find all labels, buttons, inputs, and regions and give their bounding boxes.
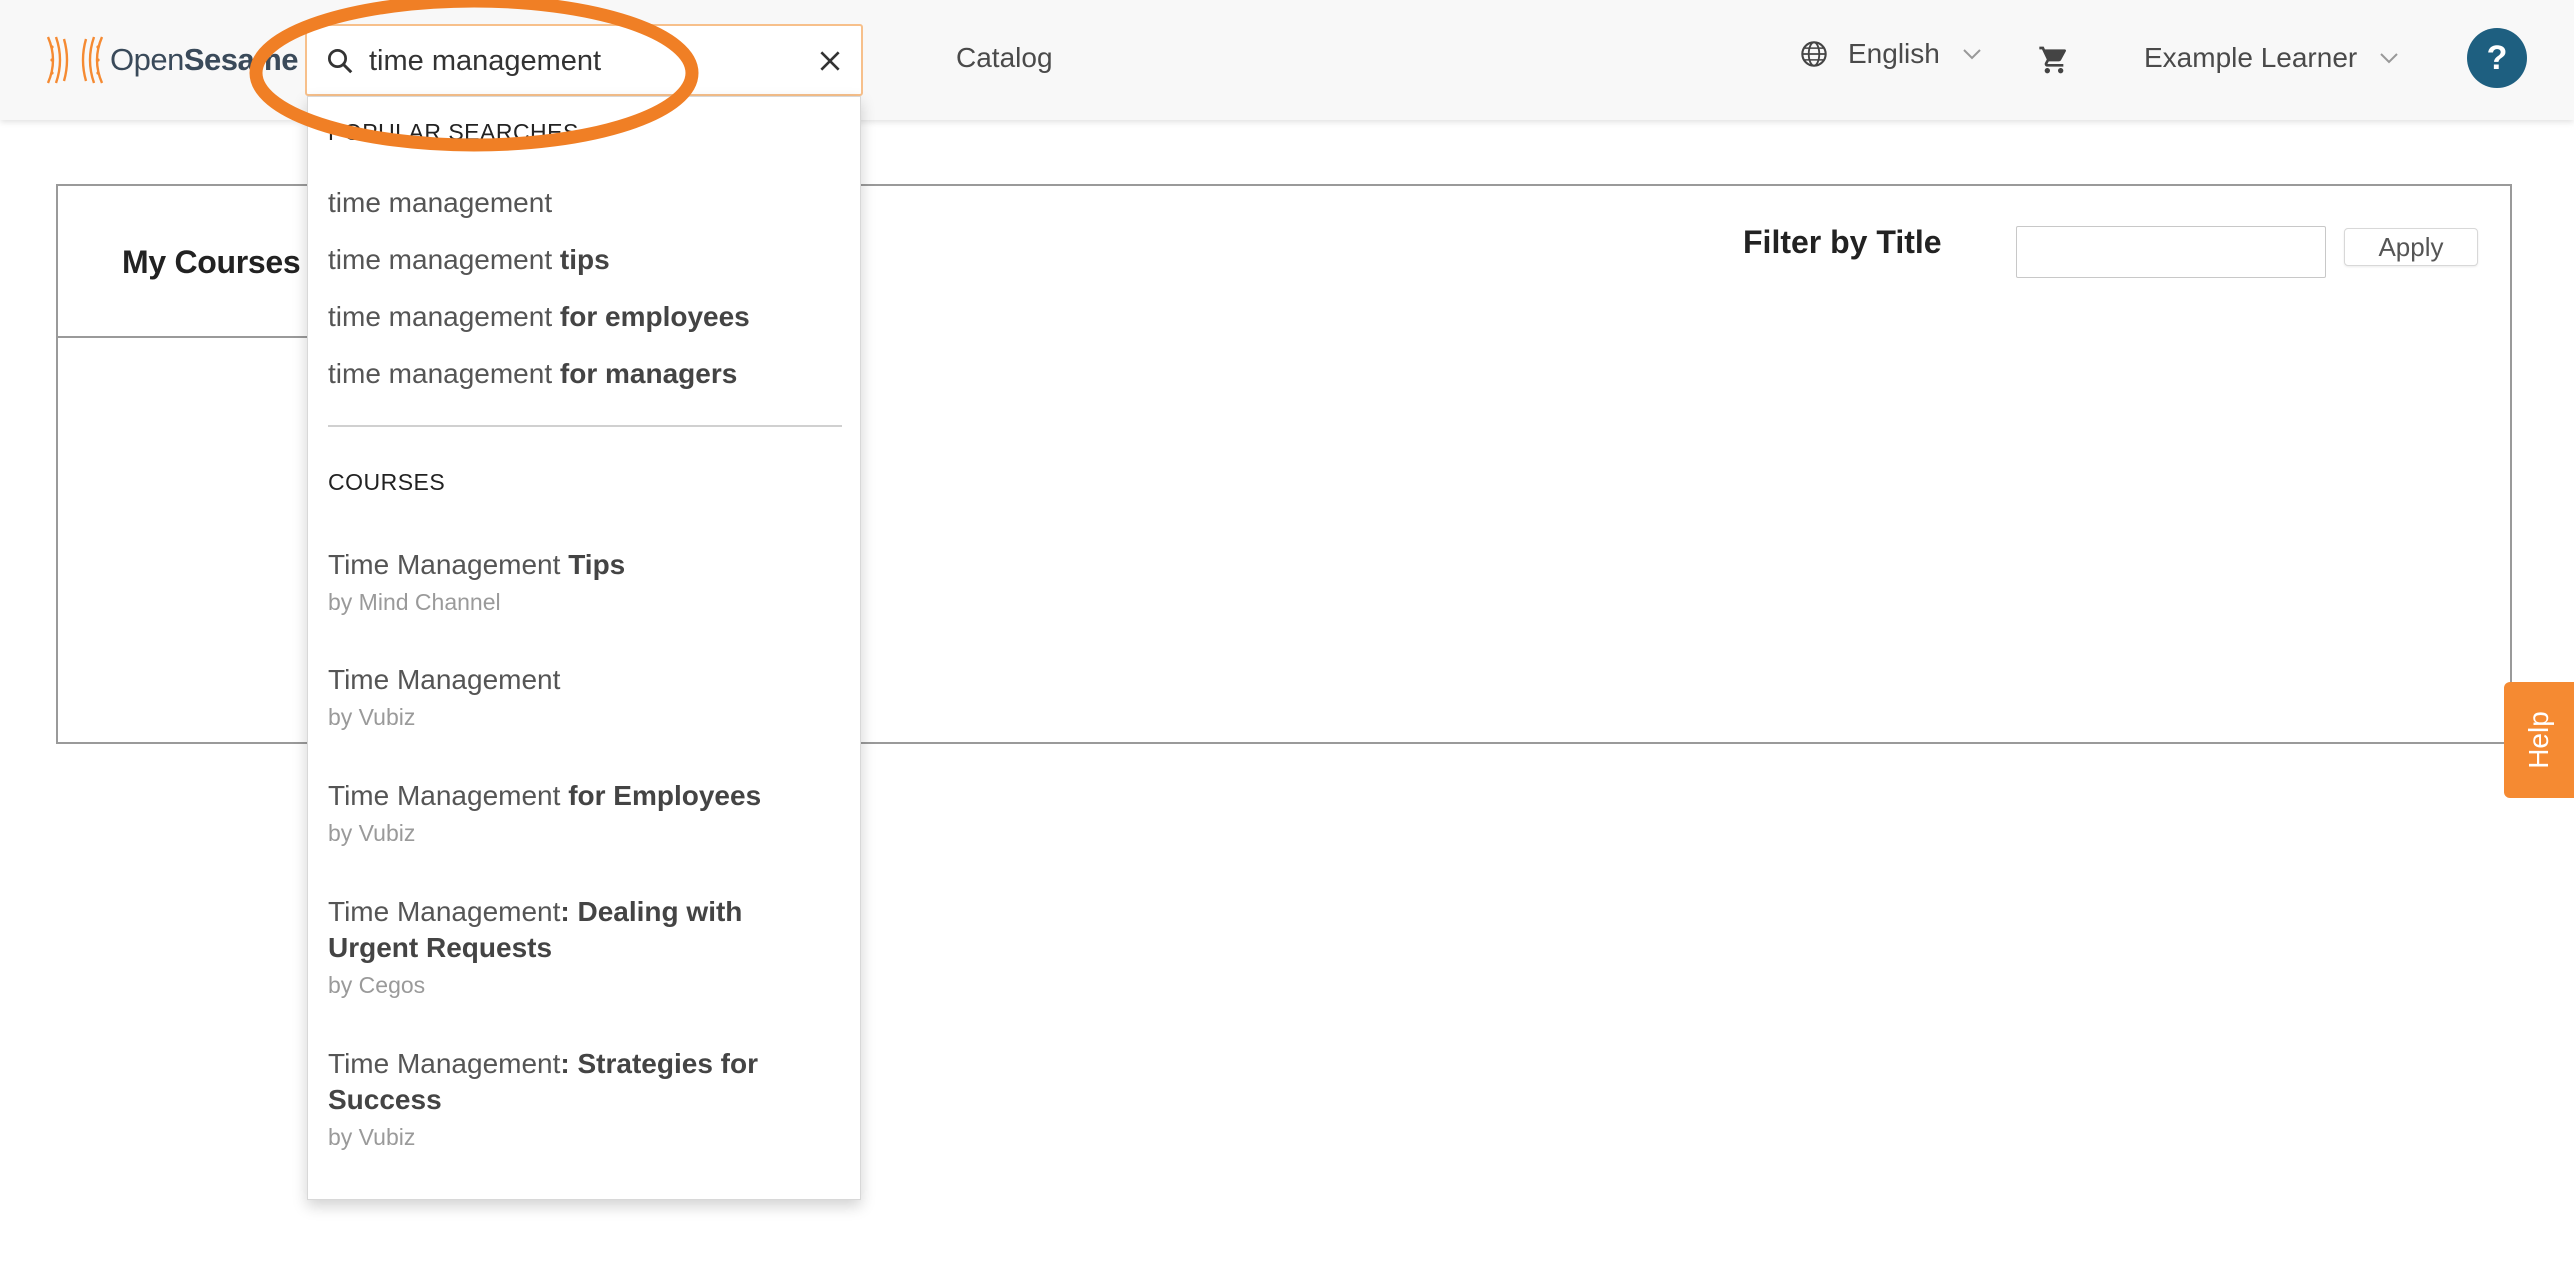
course-suggestion[interactable]: Time Management for Employees by Vubiz — [328, 778, 838, 847]
popular-search-item[interactable]: time management for managers — [328, 358, 737, 390]
opensesame-logo[interactable]: OpenSesame — [44, 30, 299, 90]
popular-search-item[interactable]: time management — [328, 187, 552, 219]
popular-search-item[interactable]: time management tips — [328, 244, 610, 276]
course-title: Time Management: Dealing with Urgent Req… — [328, 896, 743, 963]
chevron-down-icon — [1963, 49, 1981, 60]
course-provider: by Mind Channel — [328, 589, 501, 615]
course-title: Time Management Tips — [328, 549, 626, 580]
help-side-tab[interactable]: Help — [2504, 682, 2574, 798]
chevron-down-icon — [2380, 53, 2398, 64]
course-suggestion[interactable]: Time Management: Strategies for Success … — [328, 1046, 838, 1151]
logo-text: OpenSesame — [110, 42, 299, 77]
my-courses-title[interactable]: My Courses — [122, 244, 301, 281]
search-box[interactable] — [305, 24, 863, 96]
popular-searches-heading: POPULAR SEARCHES — [328, 119, 579, 145]
course-title: Time Management: Strategies for Success — [328, 1048, 759, 1115]
filter-by-title-input[interactable] — [2016, 226, 2326, 278]
user-menu[interactable]: Example Learner — [2144, 42, 2399, 74]
globe-icon — [1801, 41, 1827, 67]
nav-catalog-link[interactable]: Catalog — [956, 42, 1053, 74]
opensesame-logo-icon — [46, 36, 104, 84]
search-icon — [328, 49, 353, 74]
shopping-cart-icon[interactable] — [2038, 44, 2070, 76]
filter-by-title-label: Filter by Title — [1743, 224, 1942, 260]
course-suggestion[interactable]: Time Management Tips by Mind Channel — [328, 547, 838, 616]
close-icon[interactable] — [817, 48, 843, 74]
courses-heading: COURSES — [328, 469, 446, 495]
apply-button[interactable]: Apply — [2344, 228, 2478, 266]
course-provider: by Vubiz — [328, 1124, 416, 1150]
search-suggestions-dropdown: POPULAR SEARCHES time management time ma… — [307, 96, 861, 1200]
user-name: Example Learner — [2144, 42, 2358, 73]
course-provider: by Vubiz — [328, 820, 416, 846]
dropdown-divider — [328, 425, 842, 427]
course-provider: by Cegos — [328, 972, 426, 998]
search-input[interactable] — [369, 40, 789, 82]
language-label: English — [1848, 38, 1940, 69]
popular-search-item[interactable]: time management for employees — [328, 301, 750, 333]
help-tab-label: Help — [2523, 711, 2554, 769]
language-selector[interactable]: English — [1800, 38, 1982, 70]
course-suggestion[interactable]: Time Management by Vubiz — [328, 662, 838, 731]
course-suggestion[interactable]: Time Management: Dealing with Urgent Req… — [328, 894, 838, 999]
course-title: Time Management — [328, 664, 561, 695]
course-title: Time Management for Employees — [328, 780, 762, 811]
course-provider: by Vubiz — [328, 704, 416, 730]
help-button[interactable]: ? — [2467, 28, 2527, 88]
